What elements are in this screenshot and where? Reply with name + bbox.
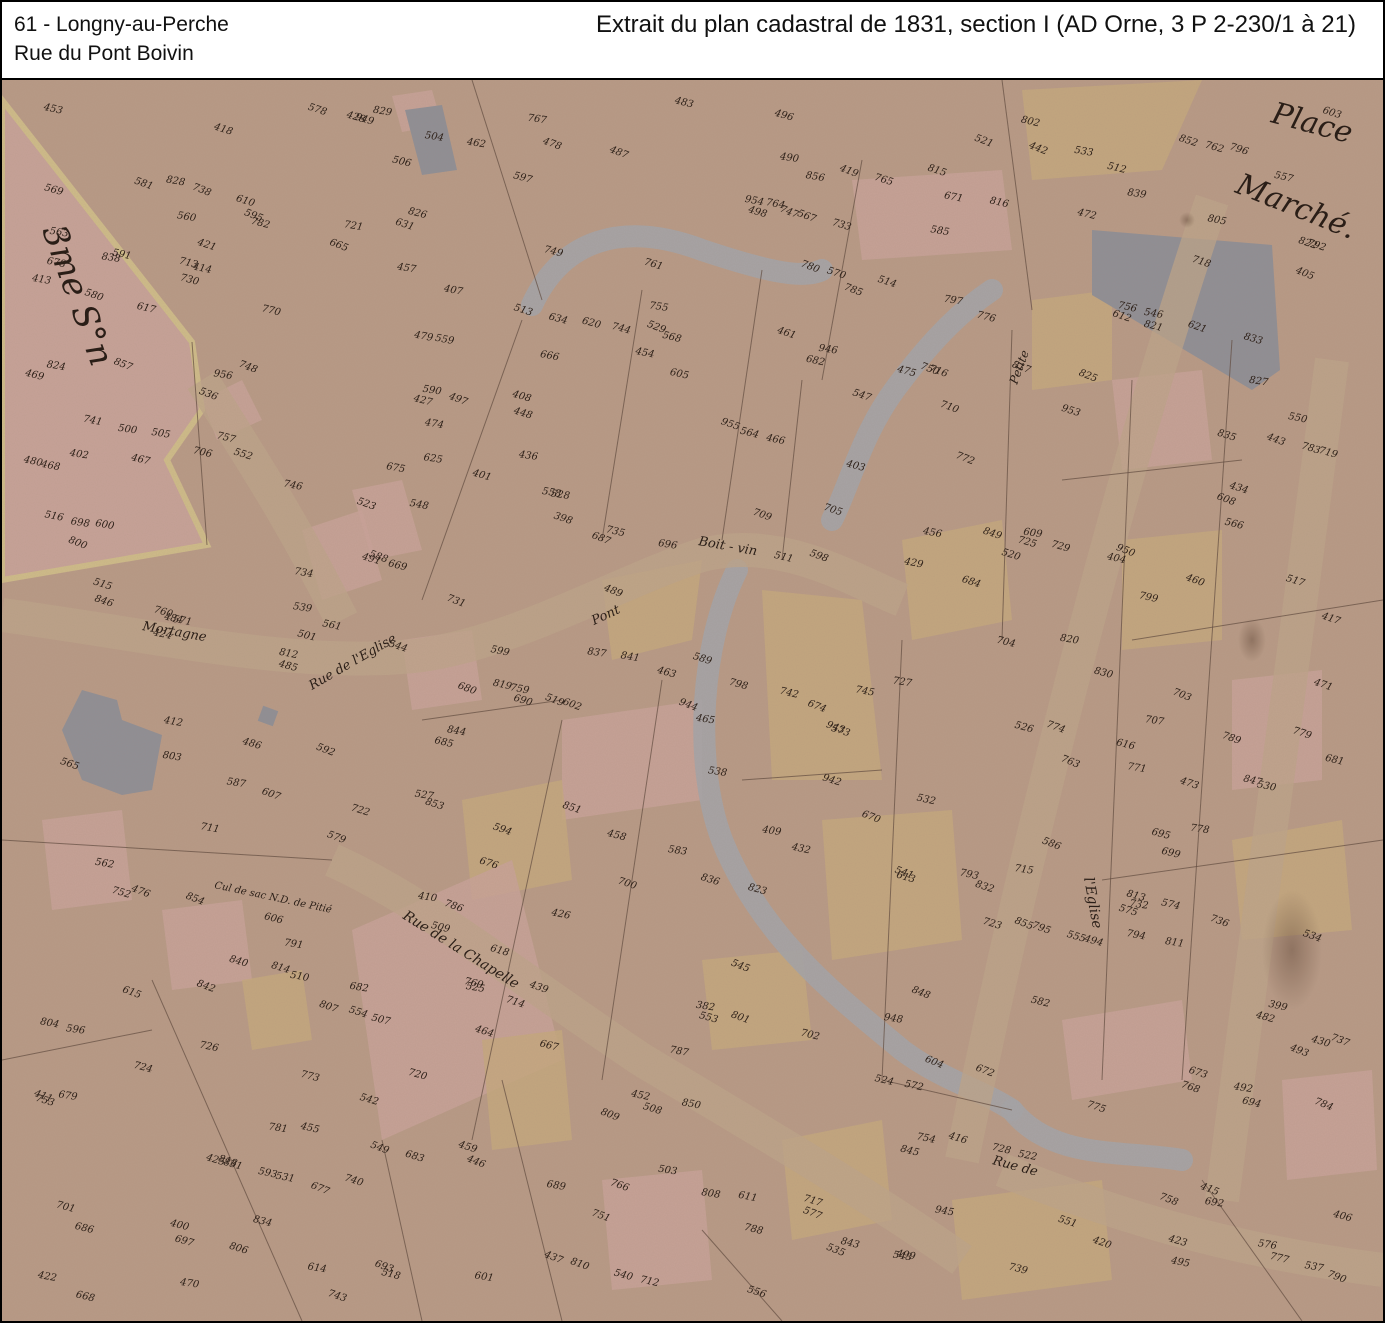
source-citation: Extrait du plan cadastral de 1831, secti… — [596, 11, 1356, 38]
map-frame: 61 - Longny-au-Perche Rue du Pont Boivin… — [0, 0, 1385, 1323]
caption-bar: 61 - Longny-au-Perche Rue du Pont Boivin… — [2, 2, 1383, 80]
commune-label: 61 - Longny-au-Perche — [14, 13, 229, 36]
street-label: Rue du Pont Boivin — [14, 42, 194, 65]
cadastral-map: Place Marché. 3me S°n Mortagne Rue de l'… — [2, 80, 1383, 1321]
cadastral-map-drawing: Place Marché. 3me S°n Mortagne Rue de l'… — [2, 80, 1383, 1321]
